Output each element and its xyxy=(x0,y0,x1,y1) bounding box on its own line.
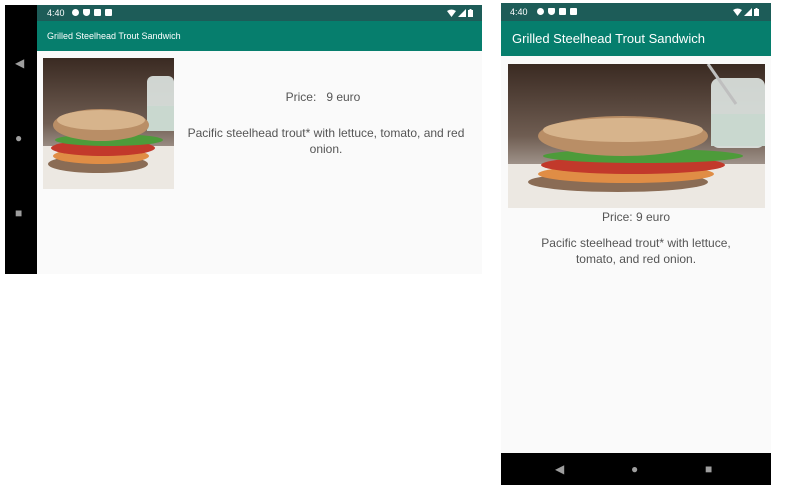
status-time: 4:40 xyxy=(47,8,65,18)
signal-icon xyxy=(744,8,752,16)
status-time: 4:40 xyxy=(510,7,528,17)
app-bar: Grilled Steelhead Trout Sandwich xyxy=(37,21,482,51)
landscape-device: ◀ ● ■ 4:40 Grilled Steelhead Trout Sandw… xyxy=(5,5,482,274)
page-title: Grilled Steelhead Trout Sandwich xyxy=(47,31,181,41)
signal-icon xyxy=(458,9,466,17)
recents-icon[interactable]: ■ xyxy=(15,207,22,219)
shield-icon xyxy=(83,9,90,16)
status-bar: 4:40 xyxy=(37,5,482,21)
home-icon[interactable]: ● xyxy=(15,132,22,144)
description-text: Pacific steelhead trout* with lettuce, t… xyxy=(541,236,731,266)
app-bar: Grilled Steelhead Trout Sandwich xyxy=(501,21,771,56)
wifi-icon xyxy=(447,9,456,17)
sd-card-icon xyxy=(570,8,577,15)
back-icon[interactable]: ◀ xyxy=(15,57,24,69)
navigation-bar: ◀ ● ■ xyxy=(501,453,771,485)
back-icon[interactable]: ◀ xyxy=(555,463,564,475)
battery-icon xyxy=(468,9,473,17)
page-title: Grilled Steelhead Trout Sandwich xyxy=(512,31,705,46)
price-label: Price: 9 euro xyxy=(601,210,671,224)
gear-icon xyxy=(72,9,79,16)
description-text: Pacific steelhead trout* with lettuce, t… xyxy=(187,126,465,156)
sandwich-photo xyxy=(43,58,174,189)
portrait-device: 4:40 Grilled Steelhead Trout Sandwich Pr… xyxy=(501,3,771,485)
gear-icon xyxy=(537,8,544,15)
shield-icon xyxy=(548,8,555,15)
status-bar: 4:40 xyxy=(501,3,771,21)
accessibility-icon xyxy=(94,9,101,16)
battery-icon xyxy=(754,8,759,16)
navigation-bar: ◀ ● ■ xyxy=(5,5,37,274)
sandwich-photo xyxy=(508,64,765,208)
accessibility-icon xyxy=(559,8,566,15)
sd-card-icon xyxy=(105,9,112,16)
recents-icon[interactable]: ■ xyxy=(705,463,712,475)
price-label: Price: 9 euro xyxy=(285,90,361,104)
wifi-icon xyxy=(733,8,742,16)
home-icon[interactable]: ● xyxy=(631,463,638,475)
